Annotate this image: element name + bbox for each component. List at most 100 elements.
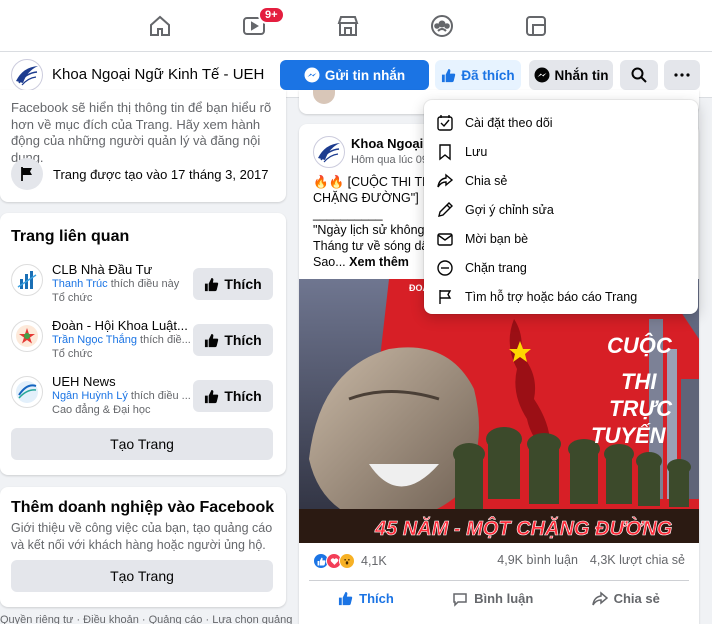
- post-image[interactable]: CUỘC THI TRỰC TUYẾN 45 NĂM - MỘT CHẶNG Đ…: [299, 279, 699, 543]
- related-page-name[interactable]: CLB Nhà Đầu Tư: [52, 262, 152, 277]
- related-page-social-suffix: thích điều này: [107, 278, 180, 290]
- search-icon: [631, 67, 647, 83]
- comment-count[interactable]: 4,9K bình luận: [497, 553, 578, 567]
- post-stats: 4,1K 4,9K bình luận 4,3K lượt chia sẻ: [299, 550, 699, 572]
- menu-item-report-page[interactable]: Tìm hỗ trợ hoặc báo cáo Trang: [424, 282, 698, 311]
- user-avatar[interactable]: [313, 90, 335, 104]
- poster-title-line: CUỘC: [607, 333, 673, 358]
- menu-item-label: Mời bạn bè: [465, 231, 529, 246]
- related-page-name[interactable]: UEH News: [52, 374, 116, 389]
- post-comment-label: Bình luận: [474, 591, 534, 606]
- menu-item-invite-friends[interactable]: Mời bạn bè: [424, 224, 698, 253]
- marketplace-icon: [337, 16, 359, 36]
- gaming-tab[interactable]: [514, 8, 558, 44]
- post-share-button[interactable]: Chia sẻ: [591, 590, 660, 607]
- related-page-category: Tổ chức: [52, 292, 93, 304]
- friend-link[interactable]: Thanh Trúc: [52, 278, 108, 290]
- like-label: Thích: [224, 276, 262, 292]
- footer-links[interactable]: Quyền riêng tư · Điều khoản · Quảng cáo …: [0, 614, 292, 624]
- related-pages-title: Trang liên quan: [11, 228, 130, 245]
- menu-item-label: Gợi ý chỉnh sửa: [465, 202, 554, 217]
- see-more-link[interactable]: Xem thêm: [349, 255, 409, 269]
- ueh-news-logo-icon: [16, 381, 38, 403]
- messenger-icon: [534, 67, 549, 83]
- thumbs-up-icon: [205, 277, 219, 291]
- send-message-button[interactable]: Gửi tin nhắn: [280, 60, 429, 90]
- friend-link[interactable]: Ngân Huỳnh Lý: [52, 390, 128, 402]
- page-avatar[interactable]: [11, 59, 43, 91]
- post-share-label: Chia sẻ: [613, 591, 660, 606]
- share-icon: [437, 173, 454, 187]
- post-timestamp[interactable]: Hôm qua lúc 09: [351, 154, 428, 166]
- related-page-name[interactable]: Đoàn - Hội Khoa Luật...: [52, 318, 188, 333]
- related-page-social-suffix: thích điều ...: [127, 390, 191, 402]
- send-message-label: Gửi tin nhắn: [324, 67, 406, 83]
- share-count[interactable]: 4,3K lượt chia sẻ: [590, 553, 685, 567]
- add-business-title: Thêm doanh nghiệp vào Facebook: [11, 499, 275, 516]
- page-transparency-text: Facebook sẽ hiển thị thông tin để bạn hi…: [11, 100, 272, 165]
- post-actions: Thích Bình luận Chia sẻ: [309, 580, 689, 616]
- create-page-button[interactable]: Tạo Trang: [11, 428, 273, 460]
- post-like-button[interactable]: Thích: [338, 591, 394, 606]
- watch-tab[interactable]: 9+: [232, 6, 285, 44]
- menu-item-suggest-edits[interactable]: Gợi ý chỉnh sửa: [424, 195, 698, 224]
- menu-item-follow-settings[interactable]: Cài đặt theo dõi: [424, 108, 698, 137]
- poster-title-line: TRỰC: [609, 396, 673, 421]
- messenger-button[interactable]: Nhắn tin: [529, 60, 613, 90]
- menu-item-label: Chia sẻ: [465, 173, 508, 188]
- related-page-social: Ngân Huỳnh Lý thích điều ...: [52, 390, 191, 402]
- menu-item-save[interactable]: Lưu: [424, 137, 698, 166]
- pencil-icon: [438, 201, 453, 217]
- menu-item-block-page[interactable]: Chặn trang: [424, 253, 698, 282]
- follow-settings-icon: [437, 114, 453, 131]
- menu-item-label: Cài đặt theo dõi: [465, 115, 553, 130]
- home-tab[interactable]: [138, 8, 182, 44]
- menu-item-label: Lưu: [465, 144, 488, 159]
- reactions-summary[interactable]: 4,1K: [313, 553, 387, 569]
- page-created-row: Trang được tạo vào 17 tháng 3, 2017: [11, 158, 269, 190]
- wow-reaction-icon: [339, 553, 355, 569]
- more-horizontal-icon: [674, 73, 690, 77]
- create-page-button[interactable]: Tạo Trang: [11, 560, 273, 592]
- related-page-category: Cao đẳng & Đại học: [52, 404, 151, 416]
- page-title[interactable]: Khoa Ngoại Ngữ Kinh Tế - UEH: [52, 66, 264, 83]
- page-options-menu: Cài đặt theo dõi Lưu Chia sẻ Gợi ý chỉnh…: [424, 100, 698, 314]
- menu-item-share[interactable]: Chia sẻ: [424, 166, 698, 195]
- related-page-avatar[interactable]: [11, 320, 43, 352]
- liked-label: Đã thích: [461, 67, 515, 83]
- share-icon: [591, 590, 608, 605]
- more-options-button[interactable]: [664, 60, 700, 90]
- related-page-avatar[interactable]: [11, 264, 43, 296]
- groups-tab[interactable]: [420, 8, 464, 44]
- poster-banner: 45 NĂM - MỘT CHẶNG ĐƯỜNG: [374, 516, 672, 540]
- engagement-counts: 4,9K bình luận 4,3K lượt chia sẻ: [497, 553, 685, 567]
- marketplace-tab[interactable]: [326, 8, 370, 44]
- poster-title-line: TUYẾN: [591, 423, 667, 448]
- add-business-desc: Giới thiệu về công việc của bạn, tạo quả…: [11, 521, 273, 552]
- report-flag-icon: [439, 289, 452, 304]
- bookmark-icon: [439, 143, 451, 160]
- messenger-label: Nhắn tin: [554, 67, 609, 83]
- ueh-logo-icon: [16, 66, 38, 86]
- friend-link[interactable]: Trần Ngọc Thắng: [52, 334, 137, 346]
- poster-title-line: THI: [621, 369, 657, 394]
- related-page-item: CLB Nhà Đầu Tư Thanh Trúc thích điều này…: [11, 262, 281, 314]
- menu-item-label: Tìm hỗ trợ hoặc báo cáo Trang: [465, 289, 638, 304]
- flag-icon: [11, 158, 43, 190]
- like-page-button[interactable]: Thích: [193, 324, 273, 356]
- post-author-avatar[interactable]: [313, 136, 345, 168]
- liked-button[interactable]: Đã thích: [435, 60, 521, 90]
- like-page-button[interactable]: Thích: [193, 268, 273, 300]
- investor-club-logo-icon: [17, 271, 37, 289]
- post-comment-button[interactable]: Bình luận: [452, 591, 533, 607]
- related-page-item: UEH News Ngân Huỳnh Lý thích điều ... Ca…: [11, 374, 281, 426]
- comment-icon: [453, 592, 467, 607]
- page-created-text: Trang được tạo vào 17 tháng 3, 2017: [53, 166, 269, 182]
- menu-item-label: Chặn trang: [465, 260, 527, 275]
- related-page-social-suffix: thích điề...: [137, 334, 191, 346]
- related-page-avatar[interactable]: [11, 376, 43, 408]
- like-page-button[interactable]: Thích: [193, 380, 273, 412]
- like-label: Thích: [224, 332, 262, 348]
- search-button[interactable]: [620, 60, 658, 90]
- related-page-social: Thanh Trúc thích điều này: [52, 278, 179, 290]
